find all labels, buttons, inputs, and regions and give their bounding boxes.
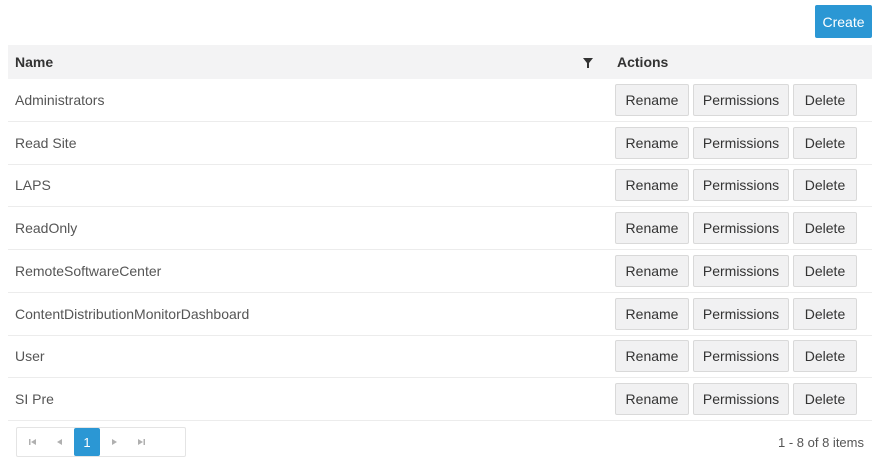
row-actions: Rename Permissions Delete — [603, 336, 872, 378]
rename-button[interactable]: Rename — [615, 83, 689, 116]
permissions-button[interactable]: Permissions — [693, 297, 789, 330]
last-page-icon[interactable] — [128, 429, 154, 455]
first-page-icon[interactable] — [20, 429, 46, 455]
permissions-button[interactable]: Permissions — [693, 126, 789, 159]
grid-body: Administrators Rename Permissions Delete… — [8, 79, 872, 421]
delete-button[interactable]: Delete — [793, 297, 857, 330]
row-name: ReadOnly — [15, 220, 78, 237]
pager-controls: 1 — [16, 427, 186, 457]
delete-button[interactable]: Delete — [793, 383, 857, 416]
create-button[interactable]: Create — [815, 5, 872, 38]
table-row[interactable]: Administrators Rename Permissions Delete — [8, 79, 872, 122]
row-name: ContentDistributionMonitorDashboard — [15, 305, 250, 322]
table-row[interactable]: ReadOnly Rename Permissions Delete — [8, 207, 872, 250]
permissions-button[interactable]: Permissions — [693, 212, 789, 245]
pager: 1 1 - 8 of 8 items — [8, 422, 872, 462]
roles-grid: Name Actions Administrators Rename Permi… — [8, 45, 872, 421]
permissions-button[interactable]: Permissions — [693, 254, 789, 287]
table-row[interactable]: Read Site Rename Permissions Delete — [8, 122, 872, 165]
permissions-button[interactable]: Permissions — [693, 383, 789, 416]
row-name: LAPS — [15, 177, 51, 194]
delete-button[interactable]: Delete — [793, 254, 857, 287]
table-row[interactable]: RemoteSoftwareCenter Rename Permissions … — [8, 250, 872, 293]
delete-button[interactable]: Delete — [793, 169, 857, 202]
row-name: Administrators — [15, 91, 105, 108]
grid-header: Name Actions — [8, 45, 872, 79]
filter-icon[interactable] — [582, 57, 594, 69]
column-header-name-label: Name — [15, 54, 54, 70]
delete-button[interactable]: Delete — [793, 126, 857, 159]
page-button-current[interactable]: 1 — [74, 428, 100, 456]
delete-button[interactable]: Delete — [793, 212, 857, 245]
delete-button[interactable]: Delete — [793, 83, 857, 116]
column-header-actions: Actions — [603, 45, 872, 79]
row-actions: Rename Permissions Delete — [603, 122, 872, 164]
permissions-button[interactable]: Permissions — [693, 83, 789, 116]
next-page-icon[interactable] — [101, 429, 127, 455]
permissions-button[interactable]: Permissions — [693, 340, 789, 373]
table-row[interactable]: SI Pre Rename Permissions Delete — [8, 378, 872, 421]
row-name: RemoteSoftwareCenter — [15, 262, 162, 279]
rename-button[interactable]: Rename — [615, 340, 689, 373]
table-row[interactable]: ContentDistributionMonitorDashboard Rena… — [8, 293, 872, 336]
row-actions: Rename Permissions Delete — [603, 293, 872, 335]
rename-button[interactable]: Rename — [615, 254, 689, 287]
pager-info: 1 - 8 of 8 items — [778, 434, 864, 450]
rename-button[interactable]: Rename — [615, 169, 689, 202]
column-header-name[interactable]: Name — [8, 45, 603, 79]
row-actions: Rename Permissions Delete — [603, 250, 872, 292]
rename-button[interactable]: Rename — [615, 383, 689, 416]
prev-page-icon[interactable] — [47, 429, 73, 455]
row-actions: Rename Permissions Delete — [603, 378, 872, 420]
row-name: Read Site — [15, 134, 77, 151]
row-actions: Rename Permissions Delete — [603, 79, 872, 121]
row-name: User — [15, 348, 45, 365]
rename-button[interactable]: Rename — [615, 126, 689, 159]
rename-button[interactable]: Rename — [615, 212, 689, 245]
table-row[interactable]: LAPS Rename Permissions Delete — [8, 165, 872, 208]
row-actions: Rename Permissions Delete — [603, 165, 872, 207]
permissions-button[interactable]: Permissions — [693, 169, 789, 202]
delete-button[interactable]: Delete — [793, 340, 857, 373]
rename-button[interactable]: Rename — [615, 297, 689, 330]
table-row[interactable]: User Rename Permissions Delete — [8, 336, 872, 379]
column-header-actions-label: Actions — [617, 54, 669, 70]
row-name: SI Pre — [15, 391, 54, 408]
row-actions: Rename Permissions Delete — [603, 207, 872, 249]
